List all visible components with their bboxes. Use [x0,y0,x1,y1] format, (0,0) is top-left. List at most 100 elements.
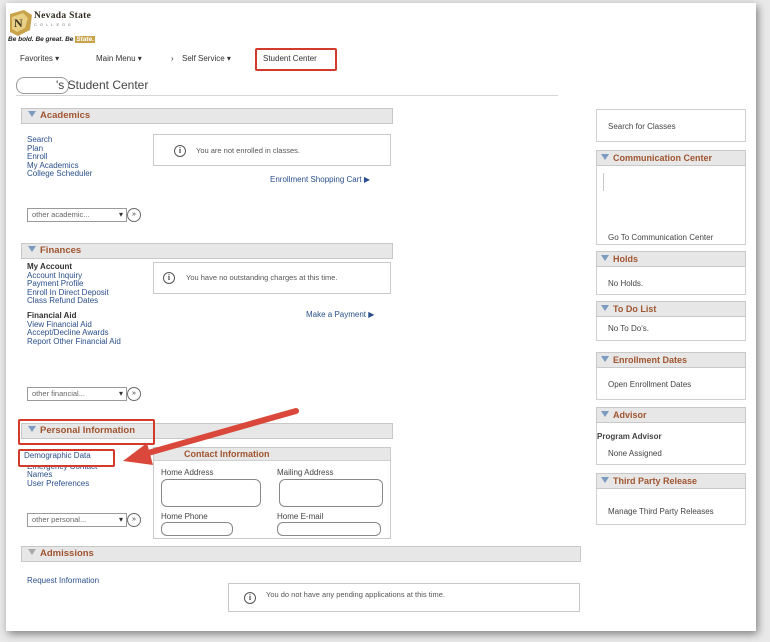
holds-box: Holds No Holds. [596,251,746,295]
admissions-message: You do not have any pending applications… [266,590,446,599]
other-academic-select[interactable]: other academic... ▾ [27,208,127,222]
collapse-triangle-icon [28,426,36,432]
link-class-refund-dates[interactable]: Class Refund Dates [27,297,121,306]
todo-label: To Do List [613,304,657,314]
chevron-down-icon: ▾ [118,389,123,398]
advisor-label: Advisor [613,410,647,420]
red-arrow-icon [123,408,299,465]
nav-separator: › [171,54,174,63]
academics-message-box: i You are not enrolled in classes. [153,134,391,166]
tagline-text: Be bold. Be great. Be [8,36,74,43]
nav-favorites[interactable]: Favorites ▾ [20,54,59,63]
finances-header-label: Finances [40,245,82,256]
collapse-triangle-icon [601,255,609,261]
other-personal-select[interactable]: other personal... ▾ [27,513,127,527]
collapse-triangle-icon [601,154,609,160]
advisor-header[interactable]: Advisor [596,407,746,423]
page-title: 's Student Center [56,78,149,92]
home-email-label: Home E-mail [277,512,324,521]
brand-sub: COLLEGE [34,22,74,27]
other-personal-value: other personal... [32,515,87,524]
communication-center-header[interactable]: Communication Center [596,150,746,166]
collapse-triangle-icon [28,549,36,555]
personal-info-header[interactable]: Personal Information [28,425,135,436]
academics-header[interactable]: Academics [21,108,393,124]
open-enrollment-dates-link[interactable]: Open Enrollment Dates [608,380,691,389]
enrollment-shopping-cart-link[interactable]: Enrollment Shopping Cart ▶ [270,175,370,184]
collapse-triangle-icon [28,111,36,117]
communication-placeholder [603,173,604,191]
home-phone-label: Home Phone [161,512,208,521]
admissions-message-box: i You do not have any pending applicatio… [228,583,580,612]
svg-text:N: N [14,16,23,30]
other-financial-select[interactable]: other financial... ▾ [27,387,127,401]
holds-header[interactable]: Holds [596,251,746,267]
title-divider [16,95,558,96]
chevron-down-icon: ▾ [118,210,123,219]
third-party-release-header[interactable]: Third Party Release [596,473,746,489]
finances-message: You have no outstanding charges at this … [186,273,338,282]
home-address-field [161,479,261,507]
academics-message: You are not enrolled in classes. [196,146,300,155]
nav-self-service[interactable]: Self Service ▾ [182,54,231,63]
nav-main-menu[interactable]: Main Menu ▾ [96,54,142,63]
nevada-state-logo-icon: N [10,10,32,36]
todo-header[interactable]: To Do List [596,301,746,317]
search-for-classes-link[interactable]: Search for Classes [608,122,676,131]
request-information-link[interactable]: Request Information [27,576,99,585]
academics-links: Search Plan Enroll My Academics College … [27,135,92,179]
holds-text: No Holds. [608,279,644,288]
advisor-value: None Assigned [608,449,662,458]
advisor-box: Advisor Program Advisor None Assigned [596,407,746,465]
make-payment-link[interactable]: Make a Payment ▶ [306,310,374,319]
link-report-other-aid[interactable]: Report Other Financial Aid [27,337,121,347]
info-icon: i [174,145,186,157]
enrollment-dates-box: Enrollment Dates Open Enrollment Dates [596,352,746,400]
search-classes-box: Search for Classes [596,109,746,142]
third-party-release-box: Third Party Release Manage Third Party R… [596,473,746,525]
collapse-triangle-icon [601,411,609,417]
enrollment-dates-header[interactable]: Enrollment Dates [596,352,746,368]
collapse-triangle-icon [601,305,609,311]
academics-header-label: Academics [40,110,91,121]
home-phone-field [161,522,233,536]
admissions-header-label: Admissions [40,548,94,559]
mailing-address-label: Mailing Address [277,468,334,477]
communication-center-label: Communication Center [613,153,713,163]
todo-box: To Do List No To Do's. [596,301,746,341]
academics-go-button[interactable]: » [127,208,141,222]
holds-label: Holds [613,254,639,264]
personal-go-button[interactable]: » [127,513,141,527]
chevron-down-icon: ▾ [118,515,123,524]
info-icon: i [163,272,175,284]
link-college-scheduler[interactable]: College Scheduler [27,170,92,179]
mailing-address-field [279,479,383,507]
finances-links: My Account Account Inquiry Payment Profi… [27,262,121,347]
manage-third-party-link[interactable]: Manage Third Party Releases [608,507,714,516]
nav-student-center[interactable]: Student Center [263,54,317,63]
other-financial-value: other financial... [32,389,85,398]
communication-center-box: Communication Center Go To Communication… [596,150,746,245]
todo-text: No To Do's. [608,324,649,333]
third-party-release-label: Third Party Release [613,476,698,486]
student-center-page: N Nevada State COLLEGE Be bold. Be great… [6,3,756,631]
demographic-data-link[interactable]: Demographic Data [24,451,91,461]
home-email-field [277,522,381,536]
collapse-triangle-icon [601,356,609,362]
other-academic-value: other academic... [32,210,90,219]
info-icon: i [244,592,256,604]
admissions-header[interactable]: Admissions [21,546,581,562]
brand-tagline: Be bold. Be great. Be State. [8,36,95,43]
finances-go-button[interactable]: » [127,387,141,401]
finances-message-box: i You have no outstanding charges at thi… [153,262,391,294]
link-user-preferences[interactable]: User Preferences [27,479,97,489]
collapse-triangle-icon [28,246,36,252]
go-to-communication-center-link[interactable]: Go To Communication Center [608,233,713,242]
brand-name: Nevada State [34,11,92,21]
program-advisor-label: Program Advisor [597,432,662,441]
home-address-label: Home Address [161,468,214,477]
enrollment-dates-label: Enrollment Dates [613,355,688,365]
collapse-triangle-icon [601,477,609,483]
finances-header[interactable]: Finances [21,243,393,259]
tagline-highlight: State. [75,36,95,43]
